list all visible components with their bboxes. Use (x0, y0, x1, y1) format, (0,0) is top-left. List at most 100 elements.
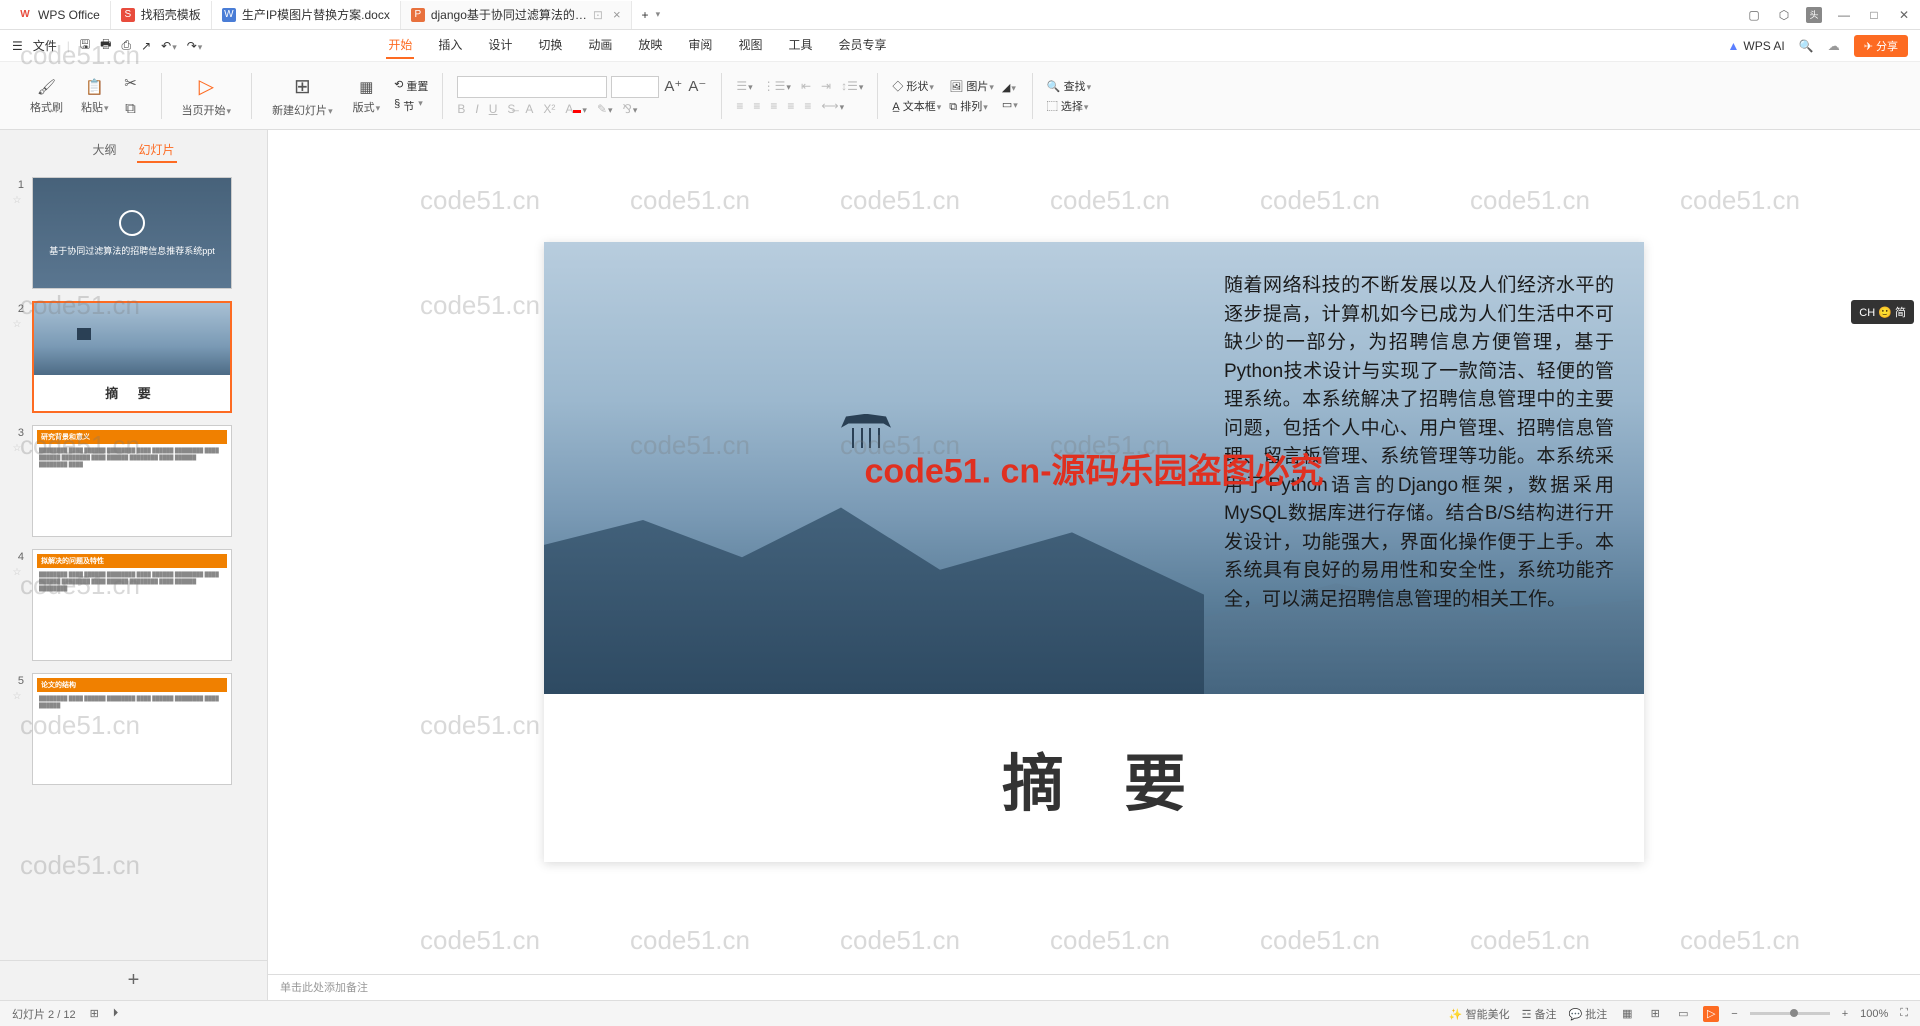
outline-button[interactable]: ▭▾ (1002, 98, 1018, 111)
clear-format-icon[interactable]: ⅋▾ (623, 102, 638, 116)
fit-icon[interactable]: ⛶ (1900, 1007, 1908, 1020)
italic-icon[interactable]: I (475, 102, 478, 116)
export-icon[interactable]: ↗ (141, 39, 151, 53)
align-justify-icon[interactable]: ≡ (787, 99, 794, 113)
window-icon[interactable]: ▢ (1746, 7, 1762, 23)
tab-slideshow[interactable]: 放映 (636, 32, 664, 59)
redo-icon[interactable]: ↷▾ (187, 39, 203, 53)
indent-inc-icon[interactable]: ⇥ (821, 79, 831, 93)
tab-slides[interactable]: 幻灯片 (137, 138, 177, 163)
tab-animation[interactable]: 动画 (586, 32, 614, 59)
undo-icon[interactable]: ↶▾ (161, 39, 177, 53)
share-button[interactable]: ✈ 分享 (1854, 35, 1908, 57)
bullets-icon[interactable]: ☰▾ (736, 79, 752, 93)
decrease-font-icon[interactable]: A⁻ (687, 76, 707, 96)
status-icon[interactable]: ⏵ (113, 1007, 119, 1020)
tab-app[interactable]: W WPS Office (8, 1, 111, 29)
maximize-button[interactable]: □ (1866, 7, 1882, 23)
zoom-in-icon[interactable]: + (1842, 1008, 1848, 1020)
status-icon[interactable]: ⊞ (90, 1007, 99, 1020)
slideshow-view-icon[interactable]: ▷ (1703, 1006, 1719, 1022)
highlight-icon[interactable]: ✎▾ (597, 102, 613, 116)
tab-outline[interactable]: 大纲 (90, 138, 118, 163)
tab-docx[interactable]: W 生产IP模图片替换方案.docx (212, 1, 401, 29)
tab-home[interactable]: 开始 (386, 32, 414, 59)
tab-member[interactable]: 会员专享 (836, 32, 888, 59)
paste-button[interactable]: 📋粘贴▾ (75, 77, 115, 115)
slide-thumb-2[interactable]: 摘 要 (32, 301, 232, 413)
numbering-icon[interactable]: ⋮☰▾ (763, 79, 791, 93)
cloud-icon[interactable]: ☁ (1828, 39, 1840, 53)
print-icon[interactable]: 🖶 (100, 35, 111, 56)
notes-pane[interactable]: 单击此处添加备注 (268, 974, 1920, 1000)
hamburger-icon[interactable]: ☰ (12, 39, 23, 53)
star-icon[interactable]: ☆ (13, 443, 22, 454)
star-icon[interactable]: ☆ (13, 195, 22, 206)
fill-button[interactable]: ◢▾ (1002, 81, 1018, 94)
tab-ppt-active[interactable]: P django基于协同过滤算法的… ⊡ × (401, 1, 632, 29)
arrange-button[interactable]: ⧉ 排列▾ (949, 98, 994, 114)
close-icon[interactable]: × (613, 7, 621, 22)
add-slide-button[interactable]: + (0, 960, 267, 1000)
notes-toggle[interactable]: ☲ 备注 (1522, 1006, 1557, 1022)
reset-button[interactable]: ⟲重置 (394, 78, 428, 94)
tab-template[interactable]: S 找稻壳模板 (111, 1, 212, 29)
wps-ai-button[interactable]: ▲WPS AI (1728, 39, 1785, 53)
underline-icon[interactable]: U (489, 102, 498, 116)
new-slide-button[interactable]: ⊞新建幻灯片▾ (266, 74, 339, 118)
picture-button[interactable]: 🖼 图片▾ (949, 78, 994, 94)
select-button[interactable]: ⬚ 选择▾ (1047, 98, 1091, 114)
section-button[interactable]: §节▾ (394, 98, 428, 114)
font-color-icon[interactable]: A▾ (565, 102, 587, 116)
slide-thumb-3[interactable]: 研究背景和意义 ████████ ████ ██████ ████████ ██… (32, 425, 232, 537)
tab-design[interactable]: 设计 (486, 32, 514, 59)
cut-icon[interactable]: ✂ (121, 73, 141, 93)
textbox-button[interactable]: A̲ 文本框▾ (892, 98, 941, 114)
tab-insert[interactable]: 插入 (436, 32, 464, 59)
tab-tools[interactable]: 工具 (786, 32, 814, 59)
line-spacing-icon[interactable]: ↕☰▾ (841, 79, 863, 93)
sorter-view-icon[interactable]: ⊞ (1647, 1006, 1663, 1022)
ime-indicator[interactable]: CH 🙂 简 (1851, 300, 1914, 324)
zoom-slider[interactable] (1750, 1012, 1830, 1015)
bold-icon[interactable]: B (457, 102, 465, 116)
superscript-icon[interactable]: X² (543, 102, 555, 116)
play-from-current-button[interactable]: ▷当页开始▾ (176, 74, 238, 118)
file-menu[interactable]: 文件 (33, 37, 57, 54)
align-distribute-icon[interactable]: ≡ (804, 99, 811, 113)
beautify-button[interactable]: ✨ 智能美化 (1449, 1006, 1510, 1022)
slide-canvas[interactable]: 随着网络科技的不断发展以及人们经济水平的逐步提高，计算机如今已成为人们生活中不可… (544, 242, 1644, 862)
tab-review[interactable]: 审阅 (686, 32, 714, 59)
canvas-scroll[interactable]: 随着网络科技的不断发展以及人们经济水平的逐步提高，计算机如今已成为人们生活中不可… (268, 130, 1920, 974)
align-right-icon[interactable]: ≡ (770, 99, 777, 113)
shape-button[interactable]: ◇ 形状▾ (892, 78, 941, 94)
text-direction-icon[interactable]: ⟷▾ (821, 99, 844, 113)
tab-view[interactable]: 视图 (736, 32, 764, 59)
close-button[interactable]: ✕ (1896, 7, 1912, 23)
text-effect-icon[interactable]: A (525, 102, 533, 116)
align-left-icon[interactable]: ≡ (736, 99, 743, 113)
slide-thumb-4[interactable]: 拟解决的问题及特性 ████████ ████ ██████ ████████ … (32, 549, 232, 661)
layout-button[interactable]: ▦版式▾ (347, 77, 387, 115)
star-icon[interactable]: ☆ (13, 691, 22, 702)
font-family-select[interactable] (457, 76, 607, 98)
zoom-value[interactable]: 100% (1860, 1008, 1888, 1020)
star-icon[interactable]: ☆ (13, 319, 22, 330)
zoom-out-icon[interactable]: − (1731, 1008, 1737, 1020)
find-button[interactable]: 🔍 查找▾ (1047, 78, 1091, 94)
minimize-button[interactable]: — (1836, 7, 1852, 23)
normal-view-icon[interactable]: ▦ (1619, 1006, 1635, 1022)
slide-thumb-5[interactable]: 论文的结构 ████████ ████ ██████ ████████ ████… (32, 673, 232, 785)
format-painter-button[interactable]: 🖌格式刷 (24, 77, 69, 115)
save-icon[interactable]: 🖫 (80, 35, 90, 56)
cube-icon[interactable]: ⬡ (1776, 7, 1792, 23)
slide-title[interactable]: 摘要 (544, 694, 1644, 862)
search-icon[interactable]: 🔍 (1799, 39, 1814, 53)
print-preview-icon[interactable]: ⎙ (121, 38, 131, 53)
indent-dec-icon[interactable]: ⇤ (801, 79, 811, 93)
strike-icon[interactable]: S̶ (507, 102, 515, 116)
font-size-select[interactable] (611, 76, 659, 98)
slide-thumb-1[interactable]: 基于协同过滤算法的招聘信息推荐系统ppt (32, 177, 232, 289)
star-icon[interactable]: ☆ (13, 567, 22, 578)
increase-font-icon[interactable]: A⁺ (663, 76, 683, 96)
